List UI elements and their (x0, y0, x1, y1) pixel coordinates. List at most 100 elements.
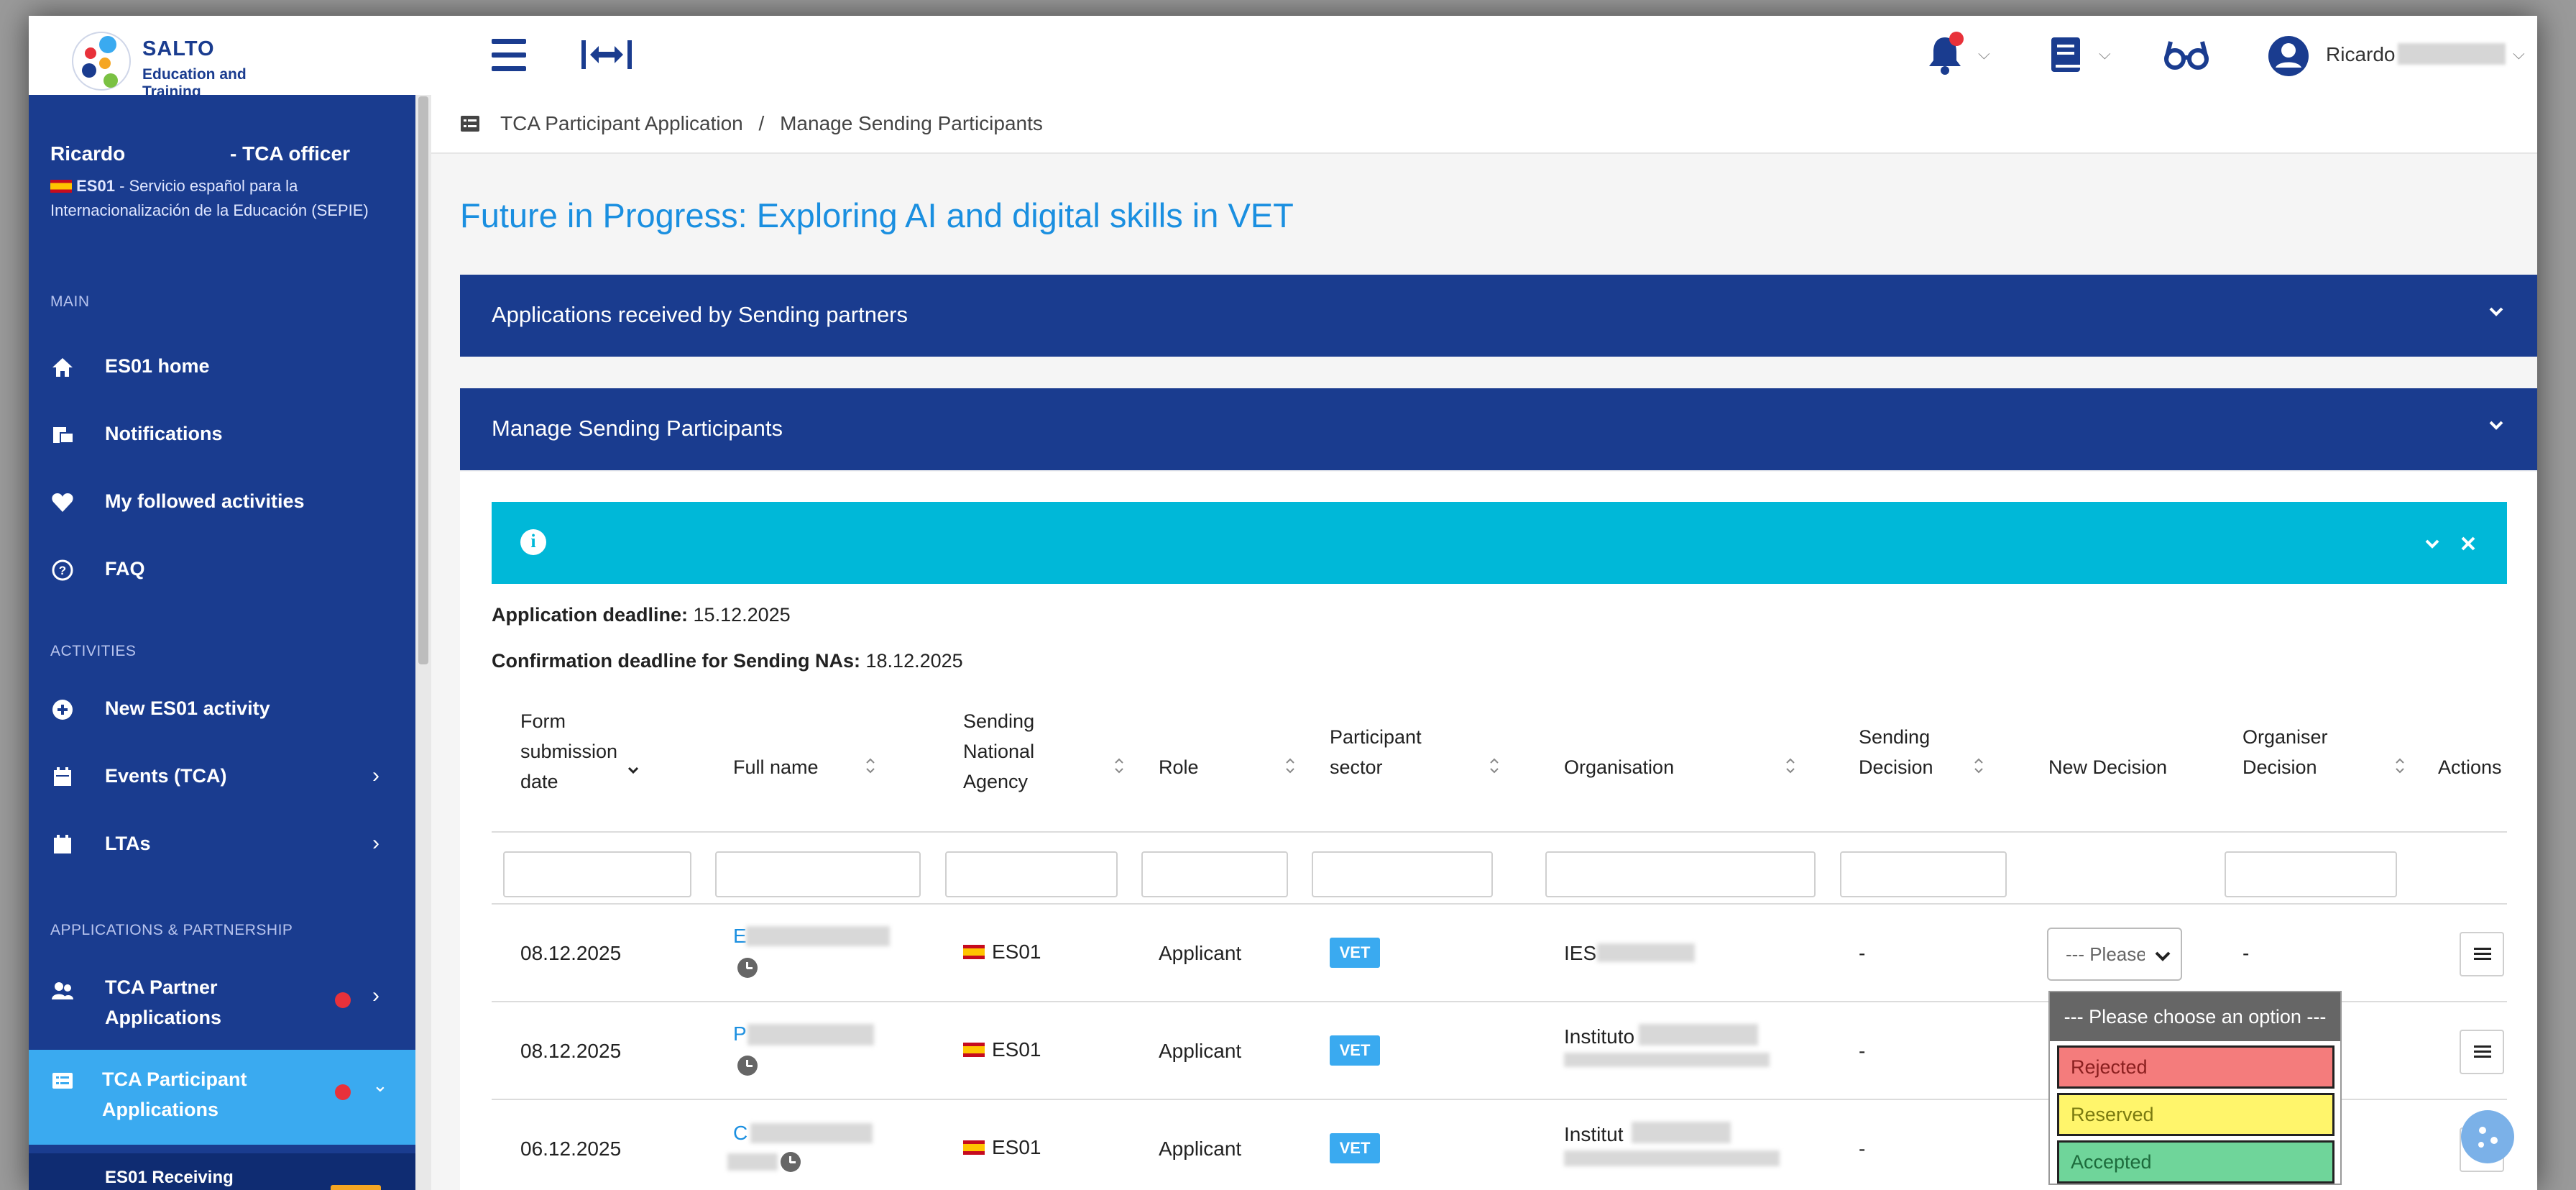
user-avatar-icon[interactable] (2266, 32, 2312, 78)
option-reserved[interactable]: Reserved (2057, 1093, 2334, 1136)
header-line: Decision (1859, 756, 1933, 778)
sidebar-item-partner-applications[interactable]: TCA Partner Applications › (29, 965, 415, 1044)
close-icon[interactable] (2458, 534, 2478, 554)
book-icon[interactable] (2046, 32, 2086, 78)
header-sector[interactable]: Participant sector (1330, 722, 1422, 782)
header-sending-decision[interactable]: Sending Decision (1859, 722, 1933, 782)
participant-name-link[interactable]: C (733, 1122, 748, 1145)
sort-icon[interactable] (1972, 755, 1985, 777)
filter-sending-na-input[interactable] (945, 851, 1118, 897)
header-line: Sending (1859, 726, 1931, 748)
name-redacted (746, 926, 890, 946)
menu-toggle-icon[interactable] (489, 35, 530, 76)
breadcrumb-trail: TCA Participant Application / Manage Sen… (500, 112, 1043, 135)
sidebar-item-events[interactable]: Events (TCA) › (29, 746, 415, 808)
header-line: Form (520, 710, 566, 732)
salto-logo[interactable]: SALTO Education and Training (58, 26, 288, 100)
filter-organiser-decision-input[interactable] (2225, 851, 2397, 897)
sidebar-item-label: Events (TCA) (105, 765, 227, 787)
filter-role-input[interactable] (1141, 851, 1288, 897)
header-role[interactable]: Role (1159, 752, 1199, 782)
calendar-icon (54, 835, 71, 853)
sidebar-item-receiving[interactable]: ES01 Receiving (29, 1153, 415, 1190)
sort-icon[interactable] (1113, 755, 1126, 777)
chevron-down-icon[interactable] (2485, 414, 2507, 436)
filter-sending-decision-input[interactable] (1840, 851, 2007, 897)
header-line: date (520, 771, 558, 792)
glasses-icon[interactable] (2161, 32, 2212, 78)
main-content: TCA Participant Application / Manage Sen… (431, 95, 2537, 1190)
header-form-date[interactable]: Form submission date (520, 706, 617, 797)
sort-desc-icon[interactable] (627, 759, 640, 781)
menu-icon (2474, 1045, 2491, 1058)
participant-name-link[interactable]: P (733, 1022, 747, 1045)
filter-full-name-input[interactable] (715, 851, 921, 897)
notification-bell-icon[interactable] (1923, 32, 1966, 78)
chevron-down-icon[interactable]: ⌵ (2513, 45, 2525, 63)
chevron-down-icon[interactable] (2485, 301, 2507, 322)
row-actions-button[interactable] (2460, 1030, 2504, 1074)
cookie-icon (2478, 1127, 2498, 1148)
dropdown-placeholder-option[interactable]: --- Please choose an option --- (2050, 992, 2340, 1041)
sidebar-item-ltas[interactable]: LTAs › (29, 814, 415, 876)
user-name[interactable]: Ricardo (2326, 43, 2395, 66)
breadcrumb-separator: / (758, 112, 765, 134)
sort-icon[interactable] (1488, 755, 1501, 777)
cell-role: Applicant (1159, 942, 1242, 964)
spain-flag-icon (50, 180, 72, 193)
sidebar-user-role: - TCA officer (230, 142, 350, 165)
sidebar-item-participant-applications[interactable]: TCA Participant Applications ⌄ (29, 1050, 415, 1145)
panel-manage-sending[interactable]: Manage Sending Participants (460, 388, 2537, 470)
cell-date: 06.12.2025 (520, 1138, 622, 1160)
cell-sending-decision: - (1859, 1138, 1866, 1160)
calendar-icon (54, 767, 71, 786)
header-organiser-decision[interactable]: Organiser Decision (2242, 722, 2328, 782)
chevron-down-icon[interactable] (2422, 534, 2442, 554)
user-name-redacted (2398, 43, 2506, 65)
chevron-down-icon[interactable]: ⌵ (2099, 45, 2111, 63)
header-full-name[interactable]: Full name (733, 752, 819, 782)
chevron-down-icon[interactable]: ⌵ (1978, 45, 1990, 63)
filter-sector-input[interactable] (1312, 851, 1493, 897)
plus-circle-icon (52, 700, 73, 720)
unread-dot (335, 992, 351, 1008)
new-decision-select[interactable]: --- Please choose an option --- (2047, 928, 2182, 981)
sort-icon[interactable] (864, 755, 877, 777)
filter-divider (492, 903, 2507, 905)
filter-form-date-input[interactable] (503, 851, 691, 897)
sidebar-scrollbar-thumb[interactable] (418, 96, 428, 664)
breadcrumb-link[interactable]: TCA Participant Application (500, 112, 743, 134)
header-line: sector (1330, 756, 1383, 778)
header-actions: Actions (2438, 756, 2502, 778)
sidebar-item-home[interactable]: ES01 home (29, 337, 415, 398)
clock-icon (737, 958, 758, 978)
sort-icon[interactable] (2393, 755, 2406, 777)
filter-organisation-input[interactable] (1545, 851, 1816, 897)
clock-icon (737, 1056, 758, 1076)
header-sending-na[interactable]: Sending National Agency (963, 706, 1034, 797)
sector-badge: VET (1330, 1035, 1380, 1066)
expand-width-icon[interactable] (579, 36, 636, 73)
header-line: Agency (963, 771, 1029, 792)
sidebar-item-notifications[interactable]: Notifications (29, 404, 415, 466)
sidebar: Ricardo - TCA officer ES01 - Servicio es… (29, 95, 415, 1190)
panel-applications-received[interactable]: Applications received by Sending partner… (460, 275, 2537, 357)
sort-icon[interactable] (1784, 755, 1797, 777)
section-main: MAIN (50, 293, 90, 310)
sidebar-item-faq[interactable]: ? FAQ (29, 539, 415, 601)
sidebar-item-new-activity[interactable]: New ES01 activity (29, 679, 415, 741)
panel-title: Manage Sending Participants (492, 416, 783, 441)
sidebar-item-followed[interactable]: My followed activities (29, 472, 415, 534)
page-title: Future in Progress: Exploring AI and dig… (460, 196, 1294, 234)
option-rejected[interactable]: Rejected (2057, 1045, 2334, 1089)
sidebar-item-label: TCA Partner (105, 976, 218, 998)
header-organisation[interactable]: Organisation (1564, 752, 1674, 782)
logo-title: SALTO (142, 37, 215, 60)
participant-name-link[interactable]: E (733, 925, 747, 948)
sort-icon[interactable] (1284, 755, 1297, 777)
cookie-settings-button[interactable] (2461, 1110, 2514, 1163)
question-icon: ? (52, 559, 73, 581)
option-accepted[interactable]: Accepted (2057, 1140, 2334, 1184)
row-actions-button[interactable] (2460, 932, 2504, 976)
sidebar-item-label: Notifications (105, 423, 223, 444)
